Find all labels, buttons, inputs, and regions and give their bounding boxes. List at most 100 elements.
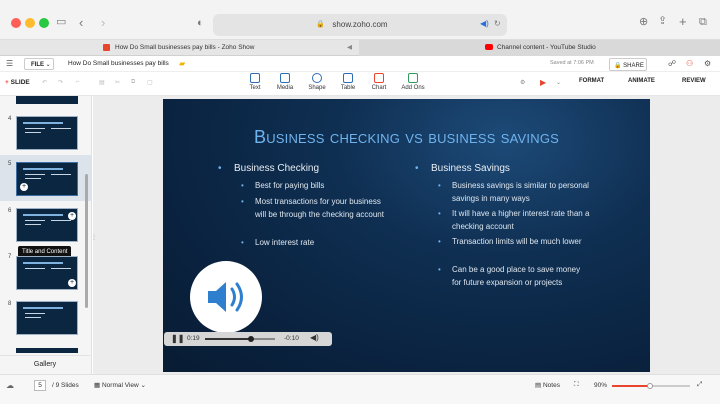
notes-button[interactable]: ▤ Notes	[535, 381, 560, 389]
left-bullet[interactable]: Best for paying bills	[241, 179, 365, 192]
document-title[interactable]: How Do Small businesses pay bills	[68, 60, 169, 67]
file-menu-button[interactable]: FILE ⌄	[24, 58, 54, 70]
slideshow-dropdown-icon[interactable]: ⌄	[556, 79, 561, 86]
copy-icon[interactable]: ⧉	[131, 79, 135, 86]
right-bullet[interactable]: Transaction limits will be much lower	[438, 235, 592, 248]
minimize-window-button[interactable]	[25, 18, 35, 28]
delete-icon[interactable]: ▢	[147, 79, 153, 86]
address-bar[interactable]: 🔒 show.zoho.com ◀) ↻	[213, 14, 507, 36]
youtube-favicon-icon	[485, 44, 493, 50]
browser-toolbar: ▭ ‹ › ◐ 🔒 show.zoho.com ◀) ↻ ⊕ ⇪ + ⧉	[0, 0, 720, 40]
right-bullet[interactable]: It will have a higher interest rate than…	[438, 207, 597, 233]
add-slide-plus-icon[interactable]: +	[68, 279, 76, 287]
slide-number: 7	[8, 254, 12, 260]
volume-icon[interactable]: ◀)	[310, 333, 319, 342]
fit-screen-icon[interactable]: ⛶	[574, 381, 579, 389]
chevron-down-icon: ⌄	[140, 382, 146, 389]
format-paint-icon[interactable]: ⌐	[76, 79, 80, 85]
audio-progress-handle[interactable]	[248, 336, 255, 342]
view-mode-dropdown[interactable]: ▦ Normal View ⌄	[94, 381, 146, 389]
slide-5[interactable]: Business checking vs business savings Bu…	[163, 99, 650, 372]
add-slide-button[interactable]: + SLIDE	[5, 79, 30, 86]
status-bar: ☁ 5 / 9 Slides ▦ Normal View ⌄ ▤ Notes ⛶…	[0, 374, 720, 404]
slide-title[interactable]: Business checking vs business savings	[163, 127, 650, 148]
ribbon-media-button[interactable]: Media	[271, 73, 299, 91]
ribbon-shape-button[interactable]: Shape	[303, 73, 331, 91]
feedback-icon[interactable]: ☍	[668, 59, 676, 68]
undo-icon[interactable]: ↶	[42, 79, 47, 86]
fullscreen-icon[interactable]: ⤢	[697, 381, 702, 389]
slide-number: 8	[8, 301, 12, 307]
left-column-heading[interactable]: Business Checking	[218, 163, 319, 174]
format-tab[interactable]: FORMAT	[579, 78, 604, 84]
cut-icon[interactable]: ✂	[115, 79, 120, 86]
maximize-window-button[interactable]	[39, 18, 49, 28]
thumbnail-scrollbar[interactable]	[85, 174, 88, 308]
tab-overview-icon[interactable]: ⧉	[699, 17, 707, 28]
right-bullet[interactable]: Can be a good place to save money for fu…	[438, 263, 587, 289]
ribbon-label: Shape	[308, 85, 326, 91]
panel-resize-handle[interactable]: ⋮	[91, 234, 97, 241]
zoom-level[interactable]: 90%	[594, 382, 607, 389]
add-slide-plus-icon[interactable]: +	[20, 183, 28, 191]
paste-icon[interactable]: ▤	[99, 79, 105, 86]
theme-icon[interactable]: ⚙	[520, 79, 525, 86]
speaker-icon	[208, 282, 243, 312]
right-bullet[interactable]: Business savings is similar to personal …	[438, 179, 592, 205]
new-tab-icon[interactable]: +	[679, 15, 687, 28]
sidebar-toggle-icon[interactable]: ▭	[56, 17, 66, 28]
ribbon-addons-button[interactable]: Add Ons	[399, 73, 427, 91]
current-slide-input[interactable]: 5	[34, 380, 46, 391]
slide-number: 5	[8, 161, 12, 167]
review-tab[interactable]: REVIEW	[682, 78, 706, 84]
animate-tab[interactable]: ANIMATE	[628, 78, 655, 84]
gallery-button[interactable]: Gallery	[0, 355, 90, 374]
reload-icon[interactable]: ↻	[494, 19, 501, 28]
pause-icon[interactable]: ❚❚	[171, 334, 184, 343]
folder-icon[interactable]: ▰	[179, 59, 185, 68]
tab-mute-icon[interactable]: ◀	[347, 40, 352, 55]
table-icon	[343, 73, 353, 83]
slide-thumbnail-3[interactable]	[16, 96, 78, 104]
slide-thumbnail-9[interactable]	[16, 348, 78, 353]
slide-thumbnail-8[interactable]	[16, 301, 78, 335]
left-bullet[interactable]: Low interest rate	[241, 236, 375, 249]
slide-thumbnail-5[interactable]: +	[16, 162, 78, 196]
right-column-heading[interactable]: Business Savings	[415, 163, 510, 174]
chat-icon[interactable]: ☁	[6, 381, 14, 390]
slide-thumbnail-4[interactable]	[16, 116, 78, 150]
audio-progress-track[interactable]	[205, 336, 275, 342]
slide-thumbnail-7[interactable]: +	[16, 256, 78, 290]
tab-youtube-studio[interactable]: Channel content - YouTube Studio	[359, 40, 720, 56]
privacy-shield-icon[interactable]: ◐	[197, 18, 204, 29]
ribbon-table-button[interactable]: Table	[334, 73, 362, 91]
addons-icon	[408, 73, 418, 83]
zoom-slider[interactable]	[612, 383, 690, 389]
forward-icon[interactable]: ›	[101, 16, 105, 29]
audio-player-controls: ❚❚ 0:19 -0:10 ◀)	[164, 332, 332, 346]
tab-zoho-show[interactable]: How Do Small businesses pay bills - Zoho…	[0, 40, 359, 56]
share-lock-icon: 🔒	[614, 63, 622, 69]
zoom-slider-handle[interactable]	[647, 383, 653, 389]
back-icon[interactable]: ‹	[79, 16, 83, 29]
audio-playing-icon[interactable]: ◀)	[480, 19, 489, 28]
share-icon[interactable]: ⇪	[658, 16, 667, 27]
ribbon-chart-button[interactable]: Chart	[365, 73, 393, 91]
redo-icon[interactable]: ↷	[58, 79, 63, 86]
downloads-icon[interactable]: ⊕	[639, 17, 648, 28]
play-slideshow-icon[interactable]: ▶	[540, 78, 546, 87]
audio-elapsed-time: 0:19	[187, 335, 200, 342]
share-button[interactable]: 🔒 SHARE	[609, 58, 647, 71]
media-icon	[280, 73, 290, 83]
menu-icon[interactable]: ☰	[6, 59, 13, 68]
slide-thumbnail-6[interactable]: +	[16, 208, 78, 242]
left-bullet[interactable]: Most transactions for your business will…	[241, 195, 385, 221]
close-window-button[interactable]	[11, 18, 21, 28]
tab-label: How Do Small businesses pay bills - Zoho…	[115, 44, 255, 51]
add-slide-plus-icon[interactable]: +	[68, 212, 76, 220]
settings-icon[interactable]: ⚙	[704, 59, 711, 68]
slide-number: 4	[8, 116, 12, 122]
ribbon-text-button[interactable]: Text	[241, 73, 269, 91]
user-group-icon[interactable]: ⚇	[686, 59, 693, 68]
audio-object[interactable]	[190, 261, 262, 333]
